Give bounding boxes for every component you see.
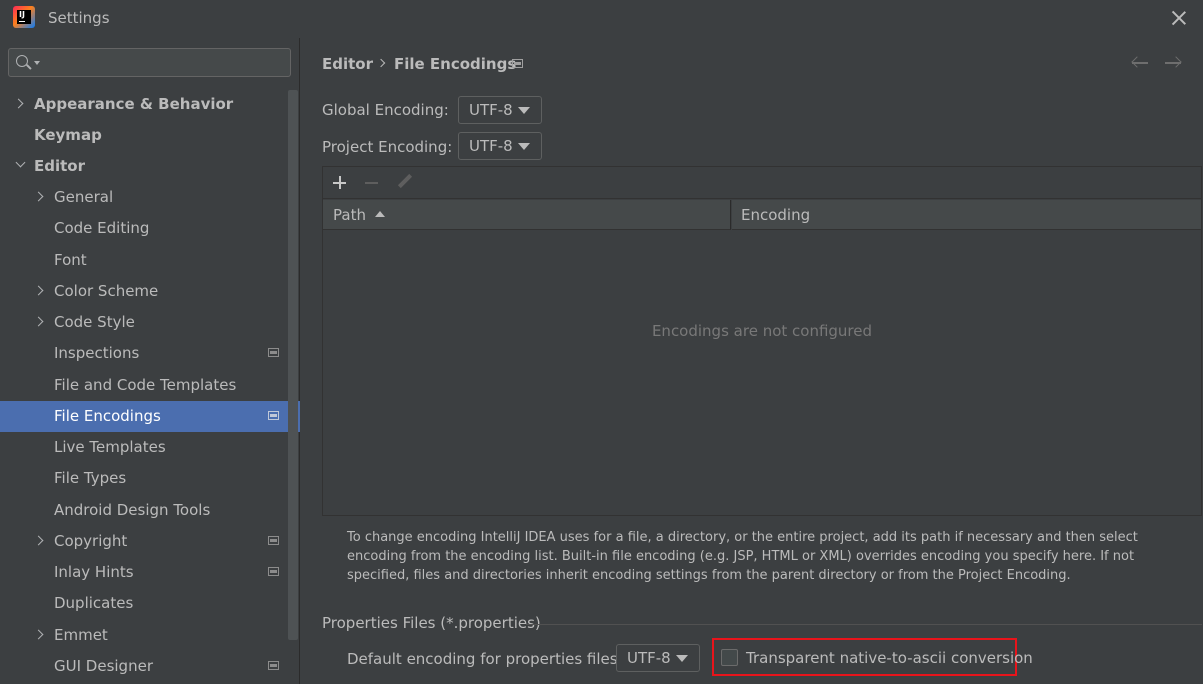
project-encoding-dropdown[interactable]: UTF-8 xyxy=(458,132,542,160)
tree-item-label: Android Design Tools xyxy=(54,501,211,519)
tree-item-label: File Types xyxy=(54,469,127,487)
chevron-right-icon[interactable] xyxy=(33,535,44,546)
tree-item-label: Emmet xyxy=(54,626,108,644)
edit-pencil-icon[interactable] xyxy=(395,173,413,191)
breadcrumb-root[interactable]: Editor xyxy=(322,55,373,73)
section-divider xyxy=(526,624,1202,625)
column-header-encoding[interactable]: Encoding xyxy=(732,200,1201,230)
transparent-conversion-label[interactable]: Transparent native-to-ascii conversion xyxy=(746,649,1033,667)
tree-item-label: File Encodings xyxy=(54,407,161,425)
chevron-down-icon[interactable] xyxy=(15,157,26,168)
project-level-icon xyxy=(268,536,279,545)
encodings-table: Path Encoding Encodings are not configur… xyxy=(322,166,1202,516)
tree-item-gui-designer[interactable]: GUI Designer xyxy=(0,651,288,682)
project-encoding-value: UTF-8 xyxy=(469,137,513,155)
tree-item-file-types[interactable]: File Types xyxy=(0,463,288,494)
sort-ascending-icon xyxy=(374,211,385,217)
project-level-icon xyxy=(268,348,279,357)
breadcrumb-leaf: File Encodings xyxy=(394,55,517,73)
tree-item-label: General xyxy=(54,188,114,206)
table-toolbar xyxy=(323,167,1201,199)
tree-item-label: File and Code Templates xyxy=(54,376,237,394)
tree-item-label: GUI Designer xyxy=(54,657,153,675)
tree-item-label: Copyright xyxy=(54,532,128,550)
global-encoding-dropdown[interactable]: UTF-8 xyxy=(458,96,542,124)
project-level-icon xyxy=(268,567,279,576)
settings-content: Editor File Encodings Global Encoding: U… xyxy=(301,38,1203,684)
tree-item-keymap[interactable]: Keymap xyxy=(0,120,288,151)
dropdown-arrow-icon xyxy=(676,655,688,662)
back-arrow-icon[interactable] xyxy=(1130,53,1150,73)
tree-item-label: Duplicates xyxy=(54,594,134,612)
dropdown-arrow-icon xyxy=(518,107,530,114)
project-level-icon xyxy=(268,661,279,670)
default-properties-encoding-dropdown[interactable]: UTF-8 xyxy=(616,644,700,672)
help-text: To change encoding IntelliJ IDEA uses fo… xyxy=(347,530,1138,583)
tree-item-live-templates[interactable]: Live Templates xyxy=(0,432,288,463)
breadcrumb-chevron-icon xyxy=(376,58,386,68)
search-box[interactable] xyxy=(8,48,291,77)
tree-item-font[interactable]: Font xyxy=(0,245,288,276)
default-properties-encoding-label: Default encoding for properties files: xyxy=(347,650,623,668)
global-encoding-label: Global Encoding: xyxy=(322,101,449,119)
project-level-icon xyxy=(268,411,279,420)
tree-item-label: Keymap xyxy=(34,126,102,144)
dropdown-arrow-icon xyxy=(518,143,530,150)
transparent-conversion-checkbox[interactable] xyxy=(721,649,738,666)
tree-item-label: Inspections xyxy=(54,344,140,362)
intellij-app-icon: IJ xyxy=(13,6,35,28)
global-encoding-value: UTF-8 xyxy=(469,101,513,119)
search-history-chevron-icon[interactable] xyxy=(34,61,40,65)
tree-item-label: Inlay Hints xyxy=(54,563,134,581)
tree-item-file-encodings[interactable]: File Encodings xyxy=(0,401,300,432)
tree-item-label: Font xyxy=(54,251,87,269)
column-header-path[interactable]: Path xyxy=(323,200,731,230)
chevron-right-icon[interactable] xyxy=(33,191,44,202)
chevron-right-icon[interactable] xyxy=(33,285,44,296)
chevron-right-icon[interactable] xyxy=(33,316,44,327)
tree-item-inlay-hints[interactable]: Inlay Hints xyxy=(0,557,288,588)
column-header-label: Encoding xyxy=(741,206,811,224)
search-input[interactable] xyxy=(43,52,283,73)
tree-item-label: Code Style xyxy=(54,313,135,331)
tree-item-copyright[interactable]: Copyright xyxy=(0,526,288,557)
tree-item-android-design-tools[interactable]: Android Design Tools xyxy=(0,495,288,526)
add-icon[interactable] xyxy=(332,175,348,191)
forward-arrow-icon[interactable] xyxy=(1163,53,1183,73)
settings-sidebar: Appearance & Behavior Keymap Editor Gene… xyxy=(0,38,300,684)
window-title: Settings xyxy=(48,9,110,27)
tree-item-code-editing[interactable]: Code Editing xyxy=(0,213,288,244)
remove-icon[interactable] xyxy=(364,175,380,191)
tree-item-label: Editor xyxy=(34,157,85,175)
tree-item-editor[interactable]: Editor xyxy=(0,151,288,182)
tree-item-label: Appearance & Behavior xyxy=(34,95,234,113)
search-icon[interactable] xyxy=(16,55,28,67)
project-encoding-label: Project Encoding: xyxy=(322,138,453,156)
tree-item-inspections[interactable]: Inspections xyxy=(0,338,288,369)
project-level-icon xyxy=(512,59,523,68)
tree-item-general[interactable]: General xyxy=(0,182,288,213)
default-properties-encoding-value: UTF-8 xyxy=(627,649,671,667)
tree-item-label: Code Editing xyxy=(54,219,150,237)
title-bar: IJ Settings xyxy=(0,0,1203,38)
tree-item-label: Color Scheme xyxy=(54,282,159,300)
tree-item-emmet[interactable]: Emmet xyxy=(0,620,288,651)
properties-section-title: Properties Files (*.properties) xyxy=(322,614,541,632)
tree-item-duplicates[interactable]: Duplicates xyxy=(0,588,288,619)
tree-item-code-style[interactable]: Code Style xyxy=(0,307,288,338)
tree-item-color-scheme[interactable]: Color Scheme xyxy=(0,276,288,307)
table-empty-text: Encodings are not configured xyxy=(651,322,873,340)
chevron-right-icon[interactable] xyxy=(33,629,44,640)
close-icon[interactable] xyxy=(1169,8,1189,28)
sidebar-scrollbar[interactable] xyxy=(288,90,298,640)
tree-item-appearance-behavior[interactable]: Appearance & Behavior xyxy=(0,89,288,120)
tree-item-file-code-templates[interactable]: File and Code Templates xyxy=(0,370,288,401)
column-header-label: Path xyxy=(333,206,366,224)
tree-item-label: Live Templates xyxy=(54,438,166,456)
chevron-right-icon[interactable] xyxy=(13,98,24,109)
